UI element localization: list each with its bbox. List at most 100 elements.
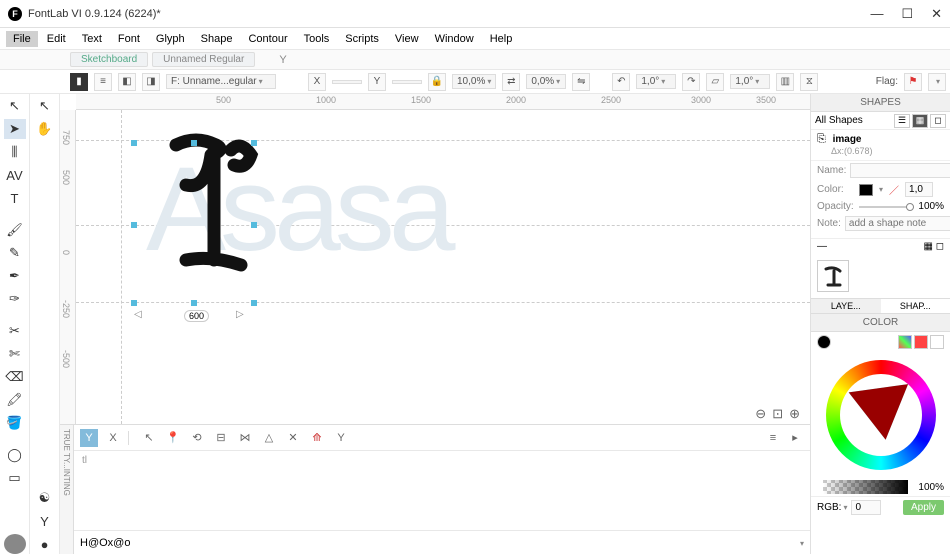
- menu-window[interactable]: Window: [428, 31, 481, 47]
- yin-yang-icon[interactable]: ☯: [34, 488, 56, 508]
- color-mode[interactable]: RGB:: [817, 502, 847, 513]
- mode-btn-3[interactable]: ◧: [118, 73, 136, 91]
- menu-view[interactable]: View: [388, 31, 426, 47]
- x-field[interactable]: [332, 80, 362, 84]
- scissors-tool[interactable]: ✄: [4, 344, 26, 364]
- flip-h-icon[interactable]: ⇋: [572, 73, 590, 91]
- scale-y[interactable]: 0,0%: [526, 74, 566, 89]
- note-input[interactable]: [845, 216, 950, 231]
- knife-tool[interactable]: ✂: [4, 321, 26, 341]
- stroke-icon[interactable]: ／: [889, 182, 899, 197]
- menu-scripts[interactable]: Scripts: [338, 31, 386, 47]
- tab-shapes[interactable]: SHAP...: [881, 299, 950, 313]
- hint-cross[interactable]: ✕: [284, 429, 302, 447]
- color-value-input[interactable]: [851, 500, 881, 515]
- hint-branch[interactable]: Y: [332, 429, 350, 447]
- apply-button[interactable]: Apply: [903, 500, 944, 515]
- hint-interp[interactable]: ⋈: [236, 429, 254, 447]
- sub-cursor[interactable]: ↖: [34, 96, 56, 116]
- hint-pin[interactable]: 📍: [164, 429, 182, 447]
- lock-icon[interactable]: 🔒: [428, 73, 446, 91]
- palette-1[interactable]: [898, 335, 912, 349]
- color-swatch[interactable]: [859, 184, 873, 196]
- panel-play-icon[interactable]: ▸: [786, 429, 804, 447]
- collapse-icon[interactable]: —: [817, 241, 827, 252]
- shape-thumbnail[interactable]: [817, 260, 849, 292]
- link-icon[interactable]: ⇄: [502, 73, 520, 91]
- alpha-slider[interactable]: [823, 480, 908, 494]
- palette-2[interactable]: [914, 335, 928, 349]
- flag-red[interactable]: ⚑: [904, 73, 922, 91]
- view-large-icon[interactable]: ◻: [930, 114, 946, 128]
- glyph-image[interactable]: [156, 130, 276, 290]
- bucket-tool[interactable]: 🪣: [4, 413, 26, 433]
- menu-shape[interactable]: Shape: [194, 31, 240, 47]
- metrics-tool[interactable]: ⫼: [4, 142, 26, 162]
- menu-font[interactable]: Font: [111, 31, 147, 47]
- left-arrow-icon[interactable]: ◁: [134, 309, 142, 320]
- brush-tool[interactable]: 🖌: [4, 220, 26, 240]
- fill-tool[interactable]: 🖍: [4, 390, 26, 410]
- hint-link[interactable]: ⟲: [188, 429, 206, 447]
- canvas[interactable]: Asasa ◁ 600 ▷: [76, 110, 810, 424]
- sub-dot[interactable]: ●: [34, 534, 56, 554]
- menu-tools[interactable]: Tools: [297, 31, 337, 47]
- name-input[interactable]: [850, 163, 950, 178]
- hourglass-icon[interactable]: ⧖: [800, 73, 818, 91]
- menu-edit[interactable]: Edit: [40, 31, 73, 47]
- advance-width[interactable]: 600: [184, 310, 209, 322]
- color-wheel[interactable]: [826, 360, 936, 470]
- hint-align[interactable]: ⊟: [212, 429, 230, 447]
- filter-icon[interactable]: Y: [279, 54, 286, 66]
- preview-dropdown[interactable]: [798, 537, 804, 549]
- menu-glyph[interactable]: Glyph: [149, 31, 192, 47]
- y-field[interactable]: [392, 80, 422, 84]
- menu-text[interactable]: Text: [75, 31, 109, 47]
- close-button[interactable]: ✕: [931, 6, 942, 22]
- panel-menu-icon[interactable]: ≡: [764, 429, 782, 447]
- rotate-right-icon[interactable]: ↷: [682, 73, 700, 91]
- opacity-slider[interactable]: [859, 206, 914, 208]
- mirror-icon[interactable]: ▥: [776, 73, 794, 91]
- hint-arrow[interactable]: ↖: [140, 429, 158, 447]
- menu-contour[interactable]: Contour: [241, 31, 294, 47]
- view-list-icon[interactable]: ☰: [894, 114, 910, 128]
- view-grid-icon[interactable]: ▦: [912, 114, 928, 128]
- slant-icon[interactable]: ▱: [706, 73, 724, 91]
- ellipse-tool[interactable]: ◯: [4, 445, 26, 465]
- text-tool[interactable]: T: [4, 188, 26, 208]
- pencil-tool[interactable]: ✎: [4, 243, 26, 263]
- scale-x[interactable]: 10,0%: [452, 74, 496, 89]
- kerning-tool[interactable]: AV: [4, 165, 26, 185]
- zoom-in-icon[interactable]: ⊕: [789, 406, 800, 422]
- slant-field[interactable]: 1,0°: [730, 74, 770, 89]
- zoom-fit-icon[interactable]: ⊡: [772, 406, 783, 422]
- rotate-field[interactable]: 1,0°: [636, 74, 676, 89]
- eraser-tool[interactable]: ⌫: [4, 367, 26, 387]
- preview-text[interactable]: H@Ox@o: [80, 537, 130, 549]
- panel-grid-icon[interactable]: ▦ ◻: [923, 241, 944, 252]
- minimize-button[interactable]: —: [870, 6, 883, 22]
- mode-btn-4[interactable]: ◨: [142, 73, 160, 91]
- shape-item[interactable]: ⎘ image Δx:(0.678): [811, 130, 950, 161]
- shapes-filter[interactable]: All Shapes: [815, 115, 892, 126]
- zoom-out-icon[interactable]: ⊖: [755, 406, 766, 422]
- flag-more[interactable]: [928, 73, 946, 91]
- rotate-left-icon[interactable]: ↶: [612, 73, 630, 91]
- menu-help[interactable]: Help: [483, 31, 520, 47]
- maximize-button[interactable]: ☐: [901, 6, 913, 22]
- hint-mid[interactable]: ⟰: [308, 429, 326, 447]
- right-arrow-icon[interactable]: ▷: [236, 309, 244, 320]
- sub-hand[interactable]: ✋: [34, 119, 56, 139]
- font-selector[interactable]: F: Unname...egular: [166, 74, 276, 89]
- select-tool[interactable]: ➤: [4, 119, 26, 139]
- hint-delta[interactable]: △: [260, 429, 278, 447]
- tab-layers[interactable]: LAYE...: [811, 299, 881, 313]
- rect-tool[interactable]: ▭: [4, 468, 26, 488]
- pen-tool[interactable]: ✑: [4, 289, 26, 309]
- menu-file[interactable]: File: [6, 31, 38, 47]
- hint-y[interactable]: Y: [80, 429, 98, 447]
- palette-3[interactable]: [930, 335, 944, 349]
- rapid-tool[interactable]: ✒: [4, 266, 26, 286]
- mode-btn-1[interactable]: ▮: [70, 73, 88, 91]
